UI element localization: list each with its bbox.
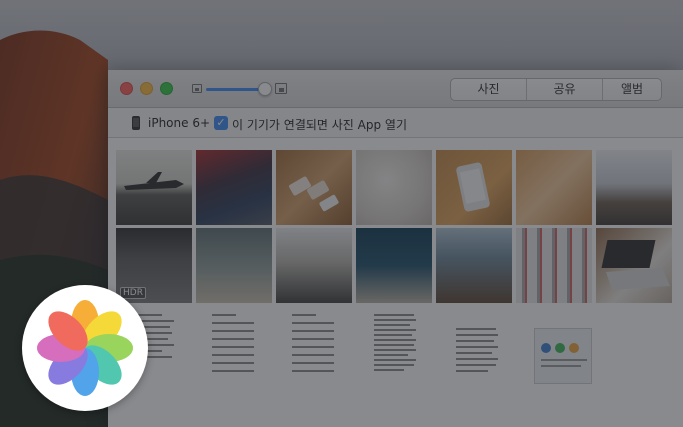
thumbnail-size-slider[interactable] — [206, 88, 264, 91]
zoom-button[interactable] — [160, 82, 173, 95]
photo-thumbnail[interactable] — [356, 150, 432, 225]
title-bar: 사진 공유 앨범 — [108, 70, 683, 108]
iphone-in-hand-icon — [456, 162, 490, 212]
close-button[interactable] — [120, 82, 133, 95]
document-thumbnail[interactable] — [452, 318, 502, 382]
airplane-photo-icon — [124, 172, 184, 190]
slider-thumb[interactable] — [258, 82, 272, 96]
tab-albums[interactable]: 앨범 — [603, 79, 661, 100]
laptop-photo-icon — [601, 240, 670, 290]
tab-photos[interactable]: 사진 — [451, 79, 527, 100]
photo-grid: HDR — [108, 138, 683, 427]
iphone-icon — [132, 116, 140, 130]
photos-app-icon[interactable] — [22, 285, 148, 411]
minimize-button[interactable] — [140, 82, 153, 95]
photo-thumbnail[interactable] — [596, 150, 672, 225]
document-thumbnail[interactable] — [370, 308, 420, 384]
photo-thumbnail[interactable] — [436, 150, 512, 225]
photo-thumbnail[interactable] — [116, 150, 192, 225]
photo-thumbnail[interactable] — [196, 150, 272, 225]
document-thumbnail[interactable] — [534, 328, 592, 384]
tab-shared[interactable]: 공유 — [527, 79, 603, 100]
photo-thumbnail[interactable] — [596, 228, 672, 303]
open-photos-label[interactable]: 이 기기가 연결되면 사진 App 열기 — [232, 116, 407, 133]
view-segmented-control: 사진 공유 앨범 — [450, 78, 662, 101]
photos-import-window: 사진 공유 앨범 iPhone 6+ ✓ 이 기기가 연결되면 사진 App 열… — [108, 70, 683, 427]
photos-pinwheel-icon — [37, 300, 133, 396]
large-thumbnail-icon — [275, 83, 287, 94]
device-name: iPhone 6+ — [148, 116, 211, 130]
photo-thumbnail[interactable] — [436, 228, 512, 303]
photo-thumbnail[interactable] — [516, 228, 592, 303]
open-photos-checkbox[interactable]: ✓ — [214, 116, 228, 130]
device-bar: iPhone 6+ ✓ 이 기기가 연결되면 사진 App 열기 — [108, 108, 683, 138]
iphones-photo-icon — [289, 176, 339, 212]
photo-thumbnail[interactable] — [196, 228, 272, 303]
photo-thumbnail[interactable] — [516, 150, 592, 225]
small-thumbnail-icon — [192, 84, 202, 93]
document-thumbnail[interactable] — [288, 308, 338, 384]
photo-thumbnail[interactable] — [276, 150, 352, 225]
photo-thumbnail[interactable] — [276, 228, 352, 303]
photo-thumbnail[interactable] — [356, 228, 432, 303]
document-thumbnail[interactable] — [208, 308, 258, 384]
